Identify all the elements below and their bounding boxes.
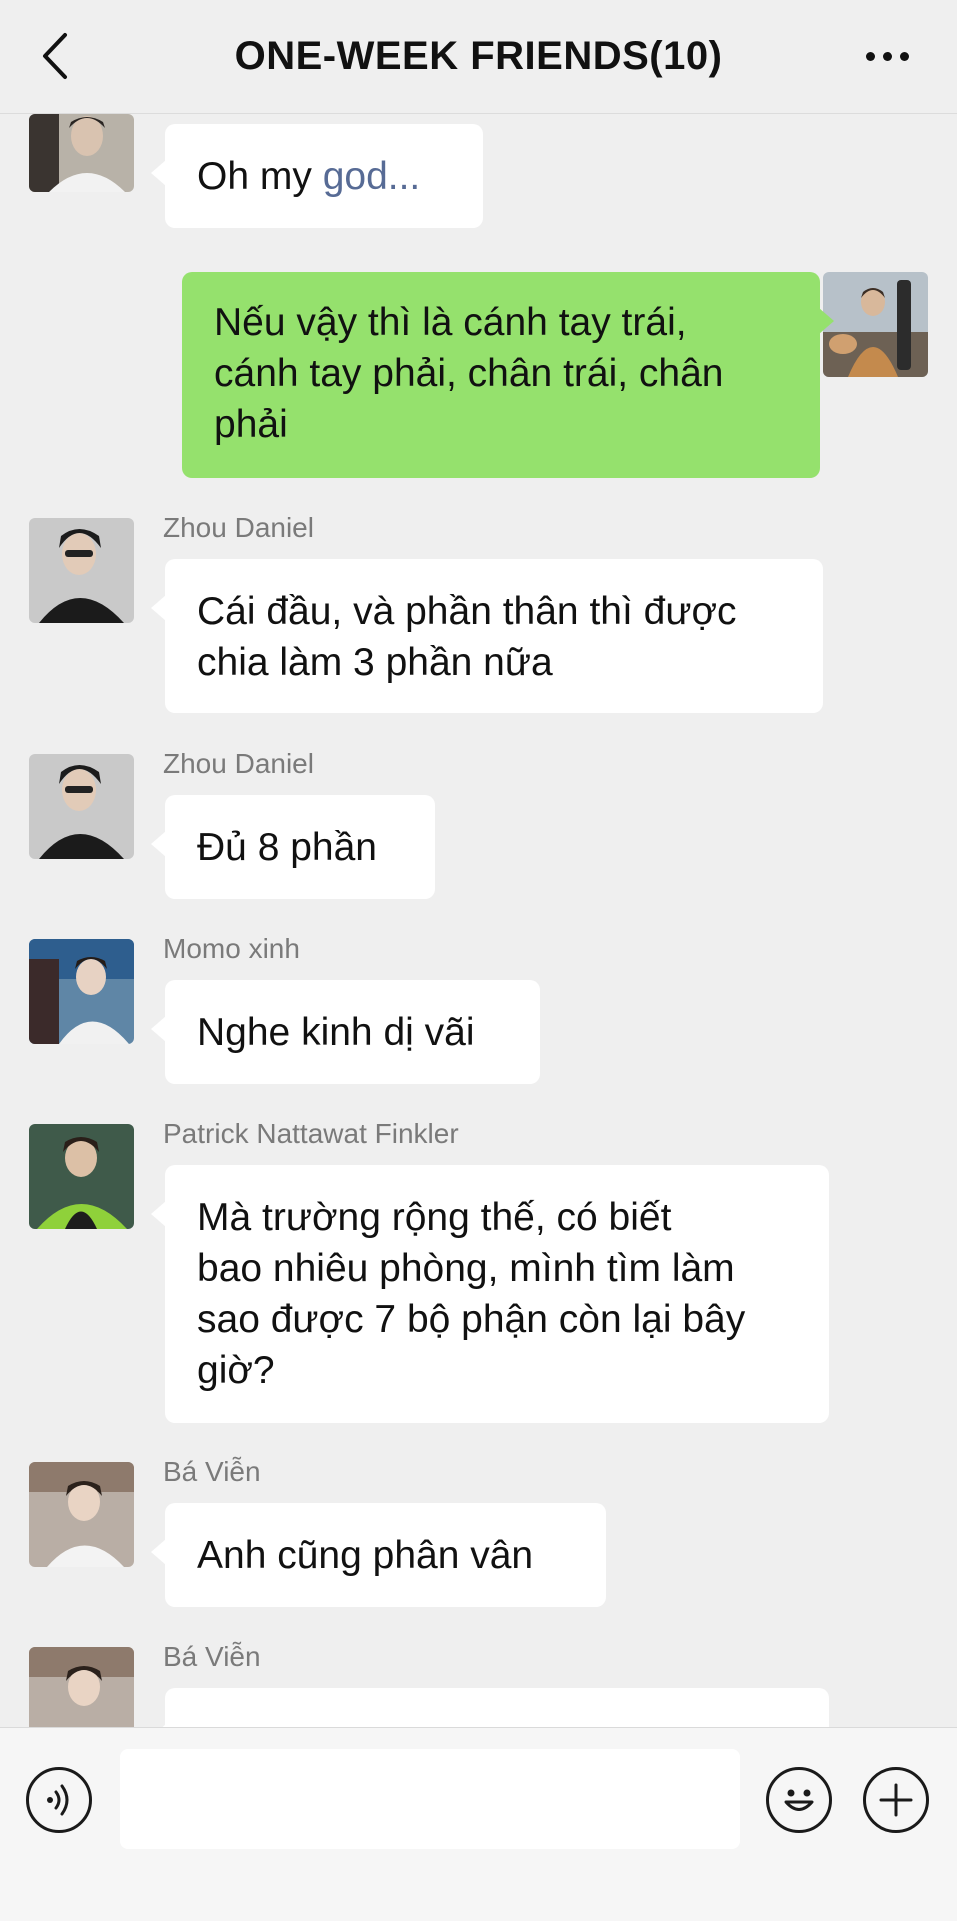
message-line: cánh tay phải, chân trái, chân [214,352,724,395]
message-bubble[interactable]: Đủ 8 phần [151,795,435,899]
avatar[interactable] [29,1647,134,1727]
emoji-icon [784,1789,814,1811]
message-line: Anh cũng phân vân [197,1534,534,1577]
message-line: Nghe kinh dị vãi [197,1011,475,1054]
more-dots-icon [865,51,875,61]
message-bubble[interactable]: Mà trường rộng thế, có biết bao nhiêu ph… [151,1165,829,1423]
back-button[interactable] [30,26,80,86]
avatar-boy-white-shirt-icon [29,114,134,192]
sender-name: Bá Viễn [163,1641,261,1672]
avatar-self-guitar-icon [823,272,928,377]
chat-title: ONE-WEEK FRIENDS(10) [234,34,723,78]
message-line: Nếu vậy thì là cánh tay trái, [214,301,687,344]
sender-name: Zhou Daniel [163,748,314,779]
message-link-text[interactable]: god... [323,155,421,198]
avatar-self[interactable] [823,272,928,377]
voice-icon [47,1784,69,1816]
avatar[interactable] [29,754,134,859]
message-line: Cái đầu, và phần thân thì được [197,590,737,633]
chat-header: ONE-WEEK FRIENDS(10) [0,0,957,114]
avatar[interactable] [29,1462,134,1567]
message-bubble-self[interactable]: Nếu vậy thì là cánh tay trái, cánh tay p… [182,272,834,478]
message-list[interactable]: Oh my god... Nếu vậy thì là cánh tay trá… [0,114,957,1727]
message-text: Oh my [197,155,323,198]
avatar[interactable] [29,518,134,623]
message-line: Đủ 8 phần [197,826,377,869]
voice-button[interactable] [26,1767,92,1833]
avatar-patrick-icon [29,1124,134,1229]
message-line: Mà trường rộng thế, có biết [197,1196,672,1239]
message-line: chia làm 3 phần nữa [197,641,553,684]
plus-button[interactable] [863,1767,929,1833]
avatar[interactable] [29,114,134,192]
sender-name: Patrick Nattawat Finkler [163,1118,459,1149]
message-bubble[interactable]: Cái đầu, và phần thân thì được chia làm … [151,559,823,713]
emoji-button[interactable] [766,1767,832,1833]
avatar[interactable] [29,1124,134,1229]
sender-name: Zhou Daniel [163,512,314,543]
avatar-ba-vien-icon [29,1462,134,1567]
sender-name: Momo xinh [163,933,300,964]
more-options-button[interactable] [857,36,917,76]
message-line: giờ? [197,1349,275,1392]
sender-name: Bá Viễn [163,1456,261,1487]
message-line: phải [214,403,288,446]
chevron-left-icon [43,33,67,79]
message-input[interactable] [120,1749,740,1849]
message-bubble[interactable]: Oh my god... [151,124,483,228]
message-line: sao được 7 bộ phận còn lại bây [197,1298,746,1341]
avatar[interactable] [29,939,134,1044]
plus-icon [879,1783,913,1817]
avatar-momo-xinh-icon [29,939,134,1044]
message-bubble[interactable]: Anh cũng phân vân [151,1503,606,1607]
message-line: bao nhiêu phòng, mình tìm làm [197,1247,735,1290]
avatar-zhou-daniel-icon [29,754,134,859]
message-bubble[interactable]: Nghe kinh dị vãi [151,980,540,1084]
avatar-zhou-daniel-icon [29,518,134,623]
message-bubble[interactable] [151,1688,829,1727]
avatar-ba-vien-icon [29,1647,134,1727]
